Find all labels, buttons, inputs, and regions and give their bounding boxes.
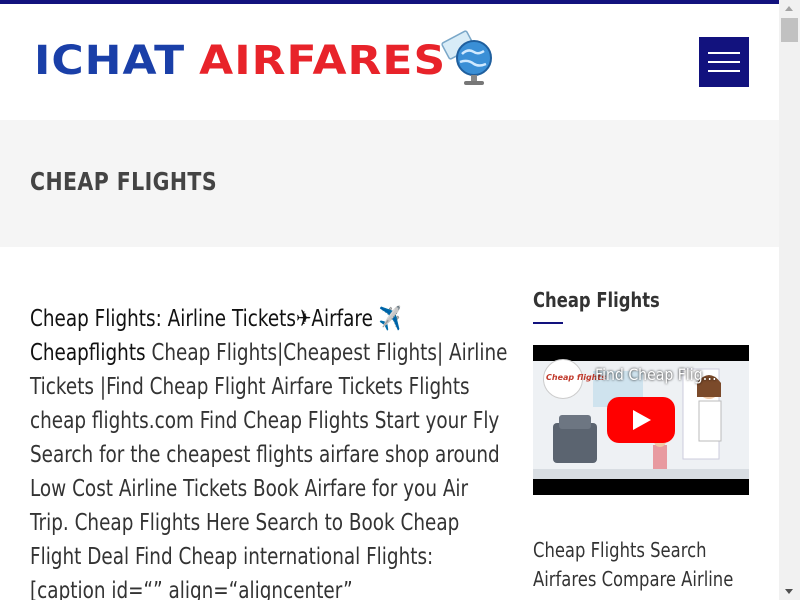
vertical-scrollbar[interactable] bbox=[779, 0, 800, 600]
scrollbar-thumb[interactable] bbox=[781, 18, 798, 42]
scroll-down-arrow-icon[interactable] bbox=[779, 583, 800, 600]
play-icon[interactable] bbox=[607, 397, 675, 443]
sidebar-widget-text: Cheap Flights Search Airfares Compare Ai… bbox=[533, 536, 749, 594]
site-logo[interactable]: ICHAT AIRFARES bbox=[34, 28, 498, 92]
scroll-up-arrow-icon[interactable] bbox=[779, 0, 800, 17]
menu-toggle-button[interactable] bbox=[699, 37, 749, 87]
globe-ticket-icon bbox=[438, 28, 498, 88]
hamburger-menu-icon bbox=[708, 70, 740, 72]
article-paragraph: Cheap Flights: Airline Tickets✈Airfare ✈… bbox=[30, 302, 510, 600]
article-body: Cheap Flights|Cheapest Flights| Airline … bbox=[30, 340, 508, 600]
logo-word-airfares: AIRFARES bbox=[199, 36, 447, 84]
channel-avatar[interactable]: Cheap flights bbox=[543, 359, 606, 399]
hamburger-menu-icon bbox=[708, 52, 740, 54]
sidebar-widget-title: Cheap Flights bbox=[533, 288, 660, 312]
sidebar-link-text[interactable]: Cheap Flights Search Airfares Compare Ai… bbox=[533, 536, 754, 594]
hamburger-menu-icon bbox=[708, 61, 740, 63]
video-bottom-bar bbox=[533, 479, 749, 495]
video-title[interactable]: Find Cheap Flig… bbox=[595, 365, 717, 384]
site-header: ICHAT AIRFARES bbox=[0, 4, 779, 120]
article-content: Cheap Flights: Airline Tickets✈Airfare ✈… bbox=[30, 302, 510, 600]
widget-title-underline bbox=[533, 322, 563, 324]
video-embed[interactable]: Cheap flights Find Cheap Flig… bbox=[533, 345, 749, 495]
page: ICHAT AIRFARES CHEAP FLIGHTS Cheap Fligh… bbox=[0, 0, 779, 600]
page-title: CHEAP FLIGHTS bbox=[30, 167, 217, 196]
logo-word-ichat: ICHAT bbox=[34, 36, 186, 84]
page-title-banner: CHEAP FLIGHTS bbox=[0, 120, 779, 247]
sidebar: Cheap Flights Cheap flights Find Cheap F… bbox=[533, 288, 749, 591]
